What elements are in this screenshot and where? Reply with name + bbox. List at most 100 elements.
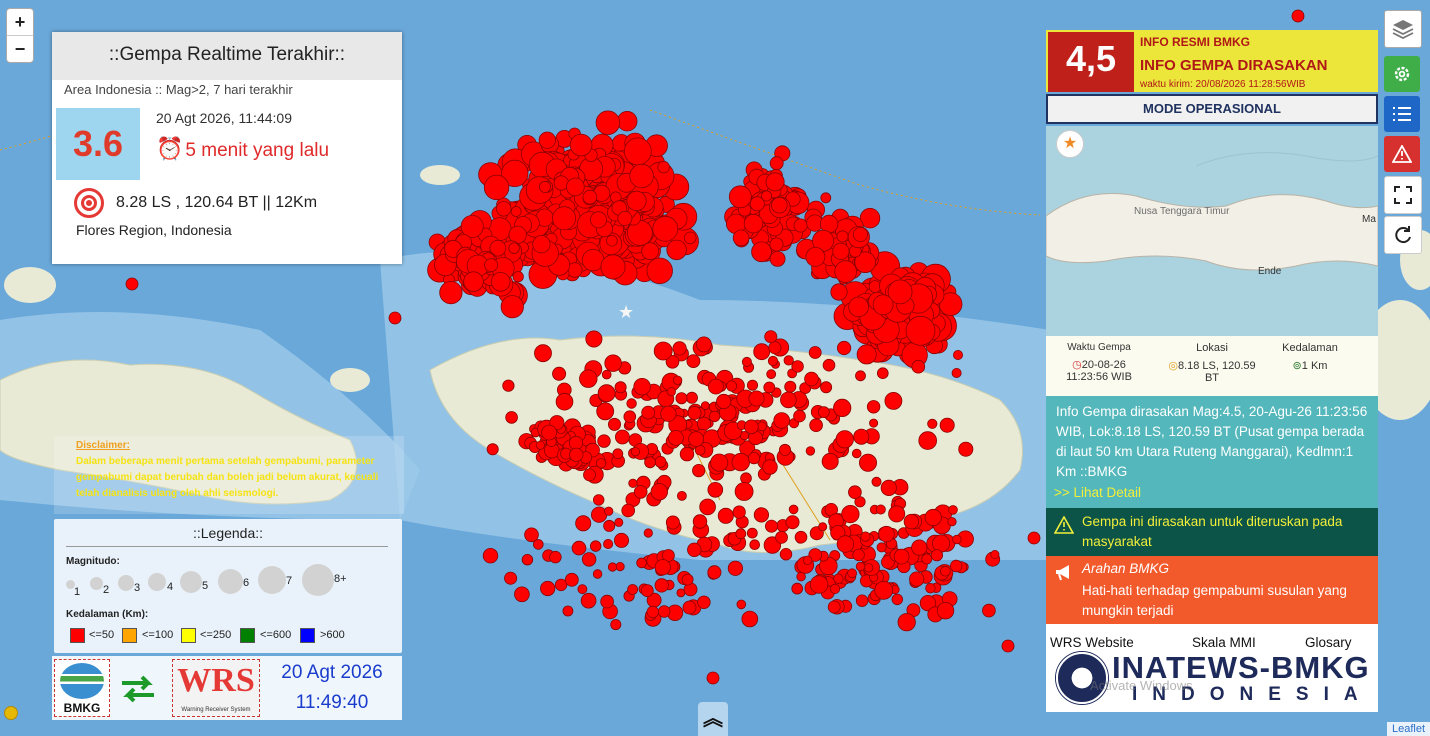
quake-marker[interactable] — [793, 409, 806, 423]
quake-marker[interactable] — [672, 375, 683, 386]
quake-marker[interactable] — [802, 555, 813, 566]
quake-marker[interactable] — [708, 410, 721, 423]
settings-icon[interactable] — [1384, 56, 1420, 92]
quake-marker[interactable] — [682, 600, 697, 615]
quake-marker[interactable] — [841, 504, 860, 524]
quake-marker[interactable] — [582, 189, 598, 205]
quake-marker[interactable] — [600, 254, 626, 280]
quake-marker[interactable] — [552, 366, 567, 381]
quake-marker[interactable] — [747, 379, 759, 391]
quake-marker[interactable] — [765, 172, 785, 192]
quake-marker[interactable] — [769, 156, 784, 171]
fullscreen-icon[interactable] — [1384, 176, 1422, 214]
quake-marker[interactable] — [666, 387, 676, 397]
quake-marker[interactable] — [876, 367, 889, 380]
quake-marker[interactable] — [762, 459, 778, 475]
quake-marker[interactable] — [697, 595, 711, 610]
quake-marker[interactable] — [597, 434, 611, 448]
quake-marker[interactable] — [601, 369, 612, 380]
quake-marker[interactable] — [829, 583, 841, 595]
quake-marker[interactable] — [549, 550, 562, 564]
quake-marker[interactable] — [817, 406, 830, 419]
quake-marker[interactable] — [749, 196, 765, 212]
quake-marker[interactable] — [775, 531, 788, 544]
quake-marker[interactable] — [623, 410, 637, 424]
quake-marker[interactable] — [921, 553, 933, 565]
quake-marker[interactable] — [947, 517, 957, 527]
quake-marker[interactable] — [502, 379, 515, 392]
quake-marker[interactable] — [700, 401, 710, 411]
felt-quake-minimap[interactable]: Nusa Tenggara Timur Ende Ma ★ — [1046, 126, 1378, 336]
quake-marker[interactable] — [685, 391, 698, 404]
quake-marker[interactable] — [600, 594, 614, 609]
quake-marker[interactable] — [982, 603, 996, 618]
quake-marker[interactable] — [836, 230, 849, 243]
quake-marker[interactable] — [615, 561, 625, 572]
quake-marker[interactable] — [552, 206, 577, 231]
quake-marker[interactable] — [765, 519, 779, 533]
quake-marker[interactable] — [848, 296, 869, 318]
quake-marker[interactable] — [699, 498, 716, 516]
quake-marker[interactable] — [539, 180, 552, 193]
quake-marker[interactable] — [757, 421, 767, 432]
refresh-icon[interactable] — [1384, 216, 1422, 254]
quake-marker[interactable] — [749, 539, 760, 550]
quake-marker[interactable] — [606, 234, 618, 247]
quake-marker[interactable] — [508, 242, 520, 254]
quake-marker[interactable] — [504, 571, 518, 585]
zoom-in-button[interactable]: + — [7, 9, 33, 36]
quake-marker[interactable] — [779, 443, 792, 456]
quake-marker[interactable] — [936, 602, 955, 620]
quake-marker[interactable] — [766, 369, 777, 380]
quake-marker[interactable] — [562, 605, 574, 617]
quake-marker[interactable] — [514, 586, 530, 603]
quake-marker[interactable] — [585, 330, 603, 348]
quake-marker[interactable] — [852, 548, 865, 562]
quake-marker[interactable] — [930, 549, 944, 562]
quake-marker[interactable] — [958, 441, 974, 457]
quake-marker[interactable] — [952, 534, 962, 545]
quake-marker[interactable] — [822, 358, 836, 372]
quake-marker[interactable] — [785, 515, 800, 530]
quake-marker[interactable] — [827, 600, 841, 614]
quake-marker[interactable] — [692, 463, 706, 478]
quake-marker[interactable] — [740, 472, 752, 485]
quake-marker[interactable] — [863, 563, 874, 573]
quake-marker[interactable] — [641, 405, 656, 420]
quake-marker[interactable] — [629, 163, 654, 189]
star-icon[interactable]: ★ — [1056, 130, 1084, 158]
quake-marker[interactable] — [590, 506, 608, 523]
quake-marker[interactable] — [732, 505, 746, 519]
quake-marker[interactable] — [555, 392, 574, 411]
quake-marker[interactable] — [641, 242, 660, 261]
quake-marker[interactable] — [388, 311, 402, 325]
quake-marker[interactable] — [820, 192, 832, 204]
quake-marker[interactable] — [940, 565, 951, 577]
quake-marker[interactable] — [657, 160, 670, 174]
quake-marker[interactable] — [743, 213, 764, 234]
quake-marker[interactable] — [675, 392, 688, 405]
quake-marker[interactable] — [875, 504, 886, 515]
quake-marker[interactable] — [653, 341, 673, 361]
quake-marker[interactable] — [836, 340, 852, 356]
quake-marker[interactable] — [484, 258, 499, 273]
quake-marker[interactable] — [848, 485, 862, 500]
quake-marker[interactable] — [532, 235, 551, 254]
quake-marker[interactable] — [820, 381, 833, 394]
quake-marker[interactable] — [646, 605, 660, 619]
quake-marker[interactable] — [769, 250, 786, 267]
quake-marker[interactable] — [510, 206, 522, 217]
quake-marker[interactable] — [821, 452, 839, 470]
quake-marker[interactable] — [763, 381, 776, 394]
quake-marker[interactable] — [836, 535, 855, 553]
quake-marker[interactable] — [540, 580, 556, 597]
quake-marker[interactable] — [608, 417, 622, 431]
quake-marker[interactable] — [764, 330, 778, 344]
quake-marker[interactable] — [741, 356, 752, 367]
chevron-double-up-icon[interactable]: ︽ — [698, 702, 728, 736]
quake-marker[interactable] — [593, 494, 605, 506]
quake-marker[interactable] — [747, 452, 761, 465]
quake-marker[interactable] — [607, 562, 618, 572]
quake-marker[interactable] — [595, 110, 621, 135]
quake-marker[interactable] — [728, 185, 752, 209]
